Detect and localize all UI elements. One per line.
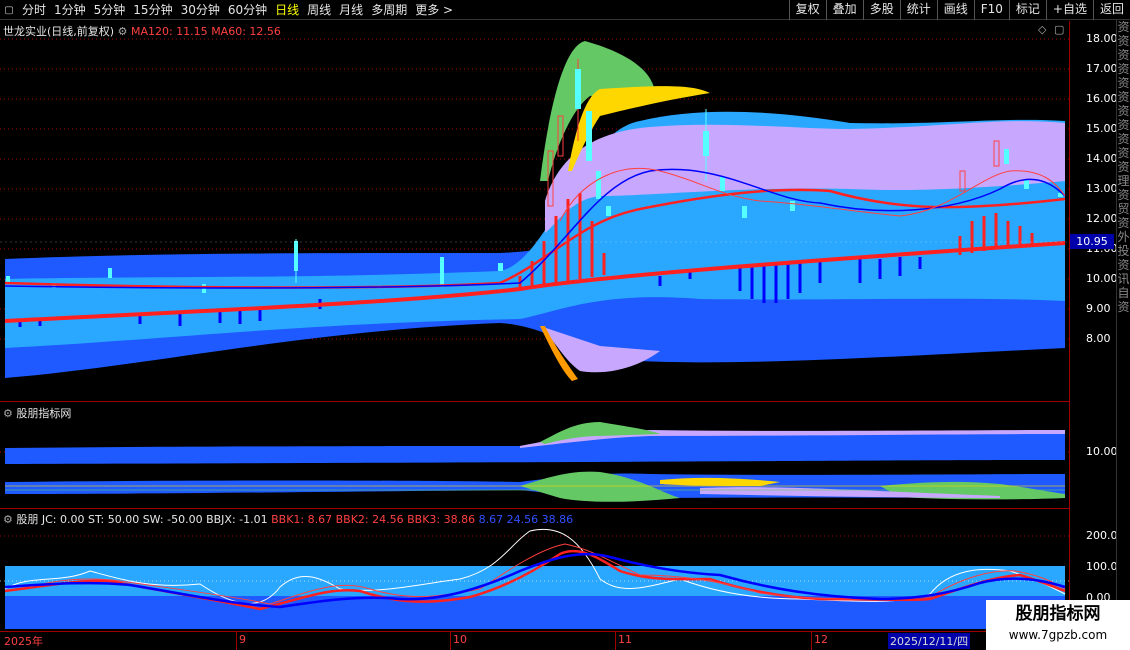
- indicator-title: 股朋指标网: [16, 407, 72, 420]
- strip-char: 资: [1117, 104, 1130, 118]
- osc-name: 股朋: [16, 513, 39, 526]
- expand-square-icon[interactable]: ▢: [1054, 23, 1064, 36]
- main-price-chart[interactable]: [0, 21, 1070, 401]
- current-price-tag: 10.95: [1070, 234, 1114, 249]
- osc-jc: JC: 0.00: [41, 513, 85, 526]
- indicator-upper-band: [5, 432, 1065, 464]
- strip-char: 资: [1117, 258, 1130, 272]
- stock-title: 世龙实业(日线,前复权): [3, 25, 115, 38]
- ma120-label: MA120: 11.15: [130, 25, 208, 38]
- osc-y-label-100: 100.0: [1086, 560, 1118, 573]
- right-info-strip[interactable]: 资 资 资 资 资 资 资 资 资 资 资 理 资 贸 资 外 投 资 讯 自 …: [1116, 20, 1130, 632]
- strip-char: 资: [1117, 48, 1130, 62]
- indicator-band-chart[interactable]: [0, 402, 1070, 508]
- add-watchlist-button[interactable]: +自选: [1045, 0, 1093, 20]
- y-label-16: 16.00: [1086, 92, 1118, 105]
- strip-char: 资: [1117, 132, 1130, 146]
- date-tick: [236, 632, 237, 650]
- y-label-17: 17.00: [1086, 62, 1118, 75]
- multi-stock-button[interactable]: 多股: [862, 0, 900, 20]
- panel-toggle-icon[interactable]: ▢: [0, 0, 18, 20]
- osc-bbk3: BBK3: 38.86: [407, 513, 476, 526]
- watermark-logo: 股朋指标网 www.7gpzb.com: [986, 600, 1130, 650]
- period-30min[interactable]: 30分钟: [177, 0, 224, 20]
- indicator-y-label: 10.00: [1086, 445, 1118, 458]
- f10-button[interactable]: F10: [973, 0, 1009, 20]
- settings-gear-icon[interactable]: ⚙: [3, 407, 13, 420]
- strip-char: 资: [1117, 300, 1130, 314]
- main-caption: 世龙实业(日线,前复权) ⚙ MA120: 11.15 MA60: 12.56: [3, 23, 281, 39]
- osc-y-label-200: 200.0: [1086, 529, 1118, 542]
- oscillator-chart[interactable]: [0, 509, 1070, 631]
- watermark-title: 股朋指标网: [1015, 604, 1101, 624]
- osc-st: ST: 50.00: [88, 513, 140, 526]
- y-label-9: 9.00: [1086, 302, 1111, 315]
- date-label-oct: 10: [453, 633, 467, 646]
- osc-bbk1: BBK1: 8.67: [271, 513, 333, 526]
- strip-char: 资: [1117, 188, 1130, 202]
- period-more-label: 更多: [415, 3, 440, 17]
- date-tick: [615, 632, 616, 650]
- indicator-caption: ⚙ 股朋指标网: [3, 405, 71, 421]
- y-label-8: 8.00: [1086, 332, 1111, 345]
- y-label-13: 13.00: [1086, 182, 1118, 195]
- period-weekly[interactable]: 周线: [303, 0, 335, 20]
- strip-char: 资: [1117, 118, 1130, 132]
- watermark-url: www.7gpzb.com: [1008, 628, 1108, 642]
- strip-char: 理: [1117, 174, 1130, 188]
- date-tick: [811, 632, 812, 650]
- overlay-button[interactable]: 叠加: [825, 0, 863, 20]
- strip-char: 讯: [1117, 272, 1130, 286]
- strip-char: 资: [1117, 62, 1130, 76]
- strip-char: 投: [1117, 244, 1130, 258]
- draw-line-button[interactable]: 画线: [936, 0, 974, 20]
- date-label-nov: 11: [618, 633, 632, 646]
- osc-sw: SW: -50.00: [142, 513, 203, 526]
- osc-repeat-values: 8.67 24.56 38.86: [478, 513, 574, 526]
- strip-char: 自: [1117, 286, 1130, 300]
- ma60-label: MA60: 12.56: [211, 25, 281, 38]
- strip-char: 资: [1117, 90, 1130, 104]
- period-15min[interactable]: 15分钟: [129, 0, 176, 20]
- date-label-year: 2025年: [4, 635, 43, 648]
- y-label-14: 14.00: [1086, 152, 1118, 165]
- oscillator-caption: ⚙ 股朋 JC: 0.00 ST: 50.00 SW: -50.00 BBJX:…: [3, 511, 573, 527]
- adjust-button[interactable]: 复权: [788, 0, 826, 20]
- date-label-sep: 9: [239, 633, 246, 646]
- settings-gear-icon[interactable]: ⚙: [118, 25, 128, 38]
- strip-char: 贸: [1117, 202, 1130, 216]
- collapse-diamond-icon[interactable]: ◇: [1038, 23, 1046, 36]
- strip-char: 资: [1117, 216, 1130, 230]
- strip-char: 资: [1117, 146, 1130, 160]
- osc-bbjx: BBJX: -1.01: [206, 513, 268, 526]
- period-multi[interactable]: 多周期: [367, 0, 411, 20]
- date-label-dec: 12: [814, 633, 828, 646]
- date-axis: 2025年 9 10 11 12 2025/12/11/四: [0, 631, 1070, 650]
- chevron-right-icon: >: [443, 3, 454, 17]
- period-more[interactable]: 更多 >: [411, 0, 457, 20]
- strip-char: 资: [1117, 160, 1130, 174]
- y-label-12: 12.00: [1086, 212, 1118, 225]
- strip-char: 资: [1117, 34, 1130, 48]
- mark-button[interactable]: 标记: [1008, 0, 1046, 20]
- date-tick: [450, 632, 451, 650]
- settings-gear-icon[interactable]: ⚙: [3, 513, 13, 526]
- osc-bbk2: BBK2: 24.56: [335, 513, 404, 526]
- y-label-15: 15.00: [1086, 122, 1118, 135]
- strip-char: 资: [1117, 20, 1130, 34]
- back-button[interactable]: 返回: [1092, 0, 1130, 20]
- y-label-18: 18.00: [1086, 32, 1118, 45]
- statistics-button[interactable]: 统计: [899, 0, 937, 20]
- period-1min[interactable]: 1分钟: [50, 0, 90, 20]
- period-intraday[interactable]: 分时: [18, 0, 50, 20]
- y-label-10: 10.00: [1086, 272, 1118, 285]
- period-toolbar: ▢ 分时 1分钟 5分钟 15分钟 30分钟 60分钟 日线 周线 月线 多周期…: [0, 0, 1130, 20]
- strip-char: 外: [1117, 230, 1130, 244]
- period-60min[interactable]: 60分钟: [224, 0, 271, 20]
- current-date-label: 2025/12/11/四: [888, 633, 971, 649]
- period-5min[interactable]: 5分钟: [90, 0, 130, 20]
- period-monthly[interactable]: 月线: [335, 0, 367, 20]
- strip-char: 资: [1117, 76, 1130, 90]
- period-daily[interactable]: 日线: [271, 0, 303, 20]
